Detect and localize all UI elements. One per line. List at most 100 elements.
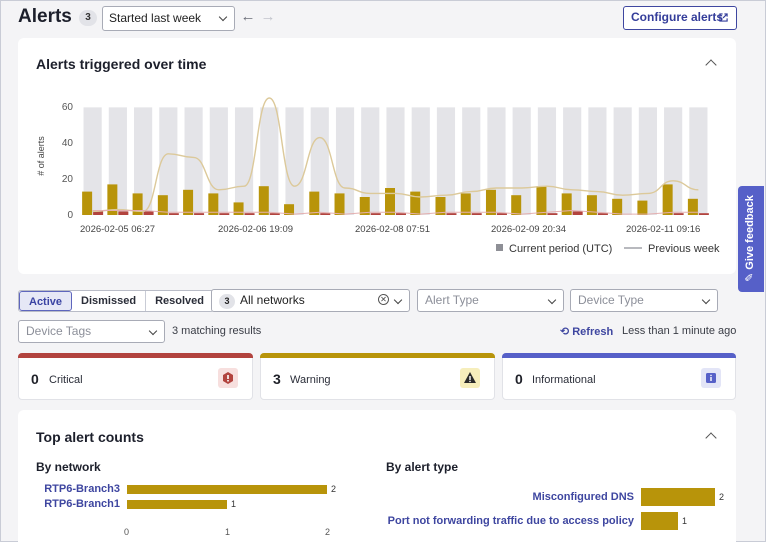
legend-current-label: Current period (UTC) bbox=[509, 243, 612, 255]
type-bar-dns bbox=[641, 488, 715, 506]
alert-type-select[interactable]: Alert Type bbox=[417, 289, 564, 312]
type-link-dns[interactable]: Misconfigured DNS bbox=[318, 491, 634, 503]
network-select[interactable]: 3 All networks ✕ bbox=[211, 289, 410, 312]
arrow-left-icon[interactable]: ← bbox=[240, 8, 256, 26]
refresh-button[interactable]: ⟲ Refresh bbox=[560, 325, 613, 338]
current-period-bar bbox=[612, 198, 623, 215]
critical-bar bbox=[547, 213, 558, 215]
warning-label: Warning bbox=[290, 374, 331, 386]
critical-bar bbox=[320, 213, 331, 215]
last-updated: Less than 1 minute ago bbox=[622, 325, 737, 337]
current-period-bar bbox=[637, 200, 648, 215]
chevron-up-icon[interactable] bbox=[705, 432, 717, 444]
timeframe-select[interactable]: Started last week bbox=[102, 6, 235, 31]
by-network-title: By network bbox=[36, 460, 101, 474]
network-axis-tick: 2 bbox=[325, 527, 331, 537]
critical-bar bbox=[597, 213, 608, 215]
info-icon bbox=[701, 368, 721, 388]
period-background-bar bbox=[638, 107, 657, 215]
legend-previous-label: Previous week bbox=[648, 243, 720, 255]
critical-icon bbox=[218, 368, 238, 388]
critical-bar bbox=[194, 213, 205, 215]
device-type-placeholder: Device Type bbox=[578, 293, 644, 307]
alert-count-badge: 3 bbox=[79, 10, 97, 26]
period-background-bar bbox=[285, 107, 304, 215]
type-value-port: 1 bbox=[682, 516, 688, 526]
critical-bar bbox=[446, 213, 457, 215]
refresh-label: Refresh bbox=[572, 326, 614, 338]
warning-count: 3 bbox=[273, 371, 281, 387]
network-link-branch1[interactable]: RTP6-Branch1 bbox=[18, 498, 120, 510]
current-period-bar bbox=[233, 202, 244, 215]
chevron-down-icon bbox=[701, 295, 711, 305]
chevron-down-icon bbox=[547, 295, 557, 305]
network-count-badge: 3 bbox=[219, 294, 235, 309]
device-type-select[interactable]: Device Type bbox=[570, 289, 718, 312]
critical-bar bbox=[118, 211, 129, 215]
tab-dismissed[interactable]: Dismissed bbox=[72, 291, 147, 311]
network-link-branch3[interactable]: RTP6-Branch3 bbox=[18, 483, 120, 495]
critical-bar bbox=[698, 213, 709, 215]
configure-alerts-button[interactable]: Configure alerts bbox=[623, 6, 737, 30]
chevron-down-icon bbox=[148, 326, 158, 336]
critical-bar bbox=[269, 213, 280, 215]
y-tick-label: 20 bbox=[62, 174, 74, 185]
network-value: All networks bbox=[240, 293, 305, 307]
network-axis-tick: 0 bbox=[124, 527, 130, 537]
x-tick-label: 2026-02-08 07:51 bbox=[355, 224, 430, 235]
status-tabs: Active Dismissed Resolved bbox=[18, 290, 214, 312]
warning-card[interactable]: 3 Warning bbox=[260, 353, 495, 400]
informational-bar bbox=[502, 353, 736, 358]
alerts-chart: # of alerts 0 20 40 60 2026-02-05 06:27 2026-0… bbox=[36, 97, 720, 255]
informational-card[interactable]: 0 Informational bbox=[502, 353, 736, 400]
current-period-bar bbox=[561, 193, 572, 215]
y-axis-label: # of alerts bbox=[36, 136, 46, 176]
current-period-bar bbox=[309, 191, 320, 215]
give-feedback-text: Give feedback bbox=[744, 195, 756, 270]
current-period-bar bbox=[183, 189, 194, 215]
current-period-bar bbox=[410, 191, 421, 215]
critical-card[interactable]: 0 Critical bbox=[18, 353, 253, 400]
critical-bar bbox=[572, 211, 583, 215]
tab-resolved[interactable]: Resolved bbox=[146, 291, 213, 311]
warning-bar bbox=[260, 353, 495, 358]
informational-count: 0 bbox=[515, 371, 523, 387]
top-counts-title: Top alert counts bbox=[36, 429, 144, 445]
current-period-bar bbox=[536, 186, 547, 215]
network-axis-tick: 1 bbox=[225, 527, 231, 537]
current-period-bar bbox=[385, 188, 395, 215]
critical-bar bbox=[673, 213, 684, 215]
chart-card: Alerts triggered over time # of alerts 0 2… bbox=[18, 38, 736, 274]
critical-bar bbox=[496, 213, 507, 215]
timeframe-value: Started last week bbox=[109, 11, 202, 25]
clear-icon[interactable]: ✕ bbox=[378, 294, 389, 305]
critical-count: 0 bbox=[31, 371, 39, 387]
current-period-bar bbox=[511, 195, 522, 215]
give-feedback-button[interactable]: ✎ Give feedback bbox=[738, 186, 764, 292]
external-link-icon bbox=[719, 13, 728, 22]
type-value-dns: 2 bbox=[719, 492, 725, 502]
page-title: Alerts bbox=[18, 6, 72, 27]
current-period-bar bbox=[82, 191, 93, 215]
arrow-right-icon[interactable]: → bbox=[260, 8, 276, 26]
x-tick-label: 2026-02-11 09:16 bbox=[626, 224, 700, 235]
warning-icon bbox=[460, 368, 480, 388]
network-value-branch1: 1 bbox=[231, 499, 237, 509]
by-type-title: By alert type bbox=[386, 460, 459, 474]
y-tick-label: 0 bbox=[67, 210, 73, 221]
critical-label: Critical bbox=[49, 374, 83, 386]
x-tick-label: 2026-02-09 20:34 bbox=[491, 224, 566, 235]
tab-active[interactable]: Active bbox=[19, 291, 73, 311]
network-bar-branch1 bbox=[127, 500, 227, 509]
current-period-bar bbox=[460, 193, 471, 215]
informational-label: Informational bbox=[532, 374, 596, 386]
device-tags-select[interactable]: Device Tags bbox=[18, 320, 165, 343]
critical-bar bbox=[18, 353, 253, 358]
critical-bar bbox=[370, 213, 381, 215]
critical-bar bbox=[471, 213, 482, 215]
type-link-port[interactable]: Port not forwarding traffic due to acces… bbox=[318, 515, 634, 527]
current-period-bar bbox=[258, 186, 269, 215]
critical-bar bbox=[396, 213, 406, 215]
critical-bar bbox=[244, 213, 255, 215]
alert-type-placeholder: Alert Type bbox=[425, 293, 479, 307]
